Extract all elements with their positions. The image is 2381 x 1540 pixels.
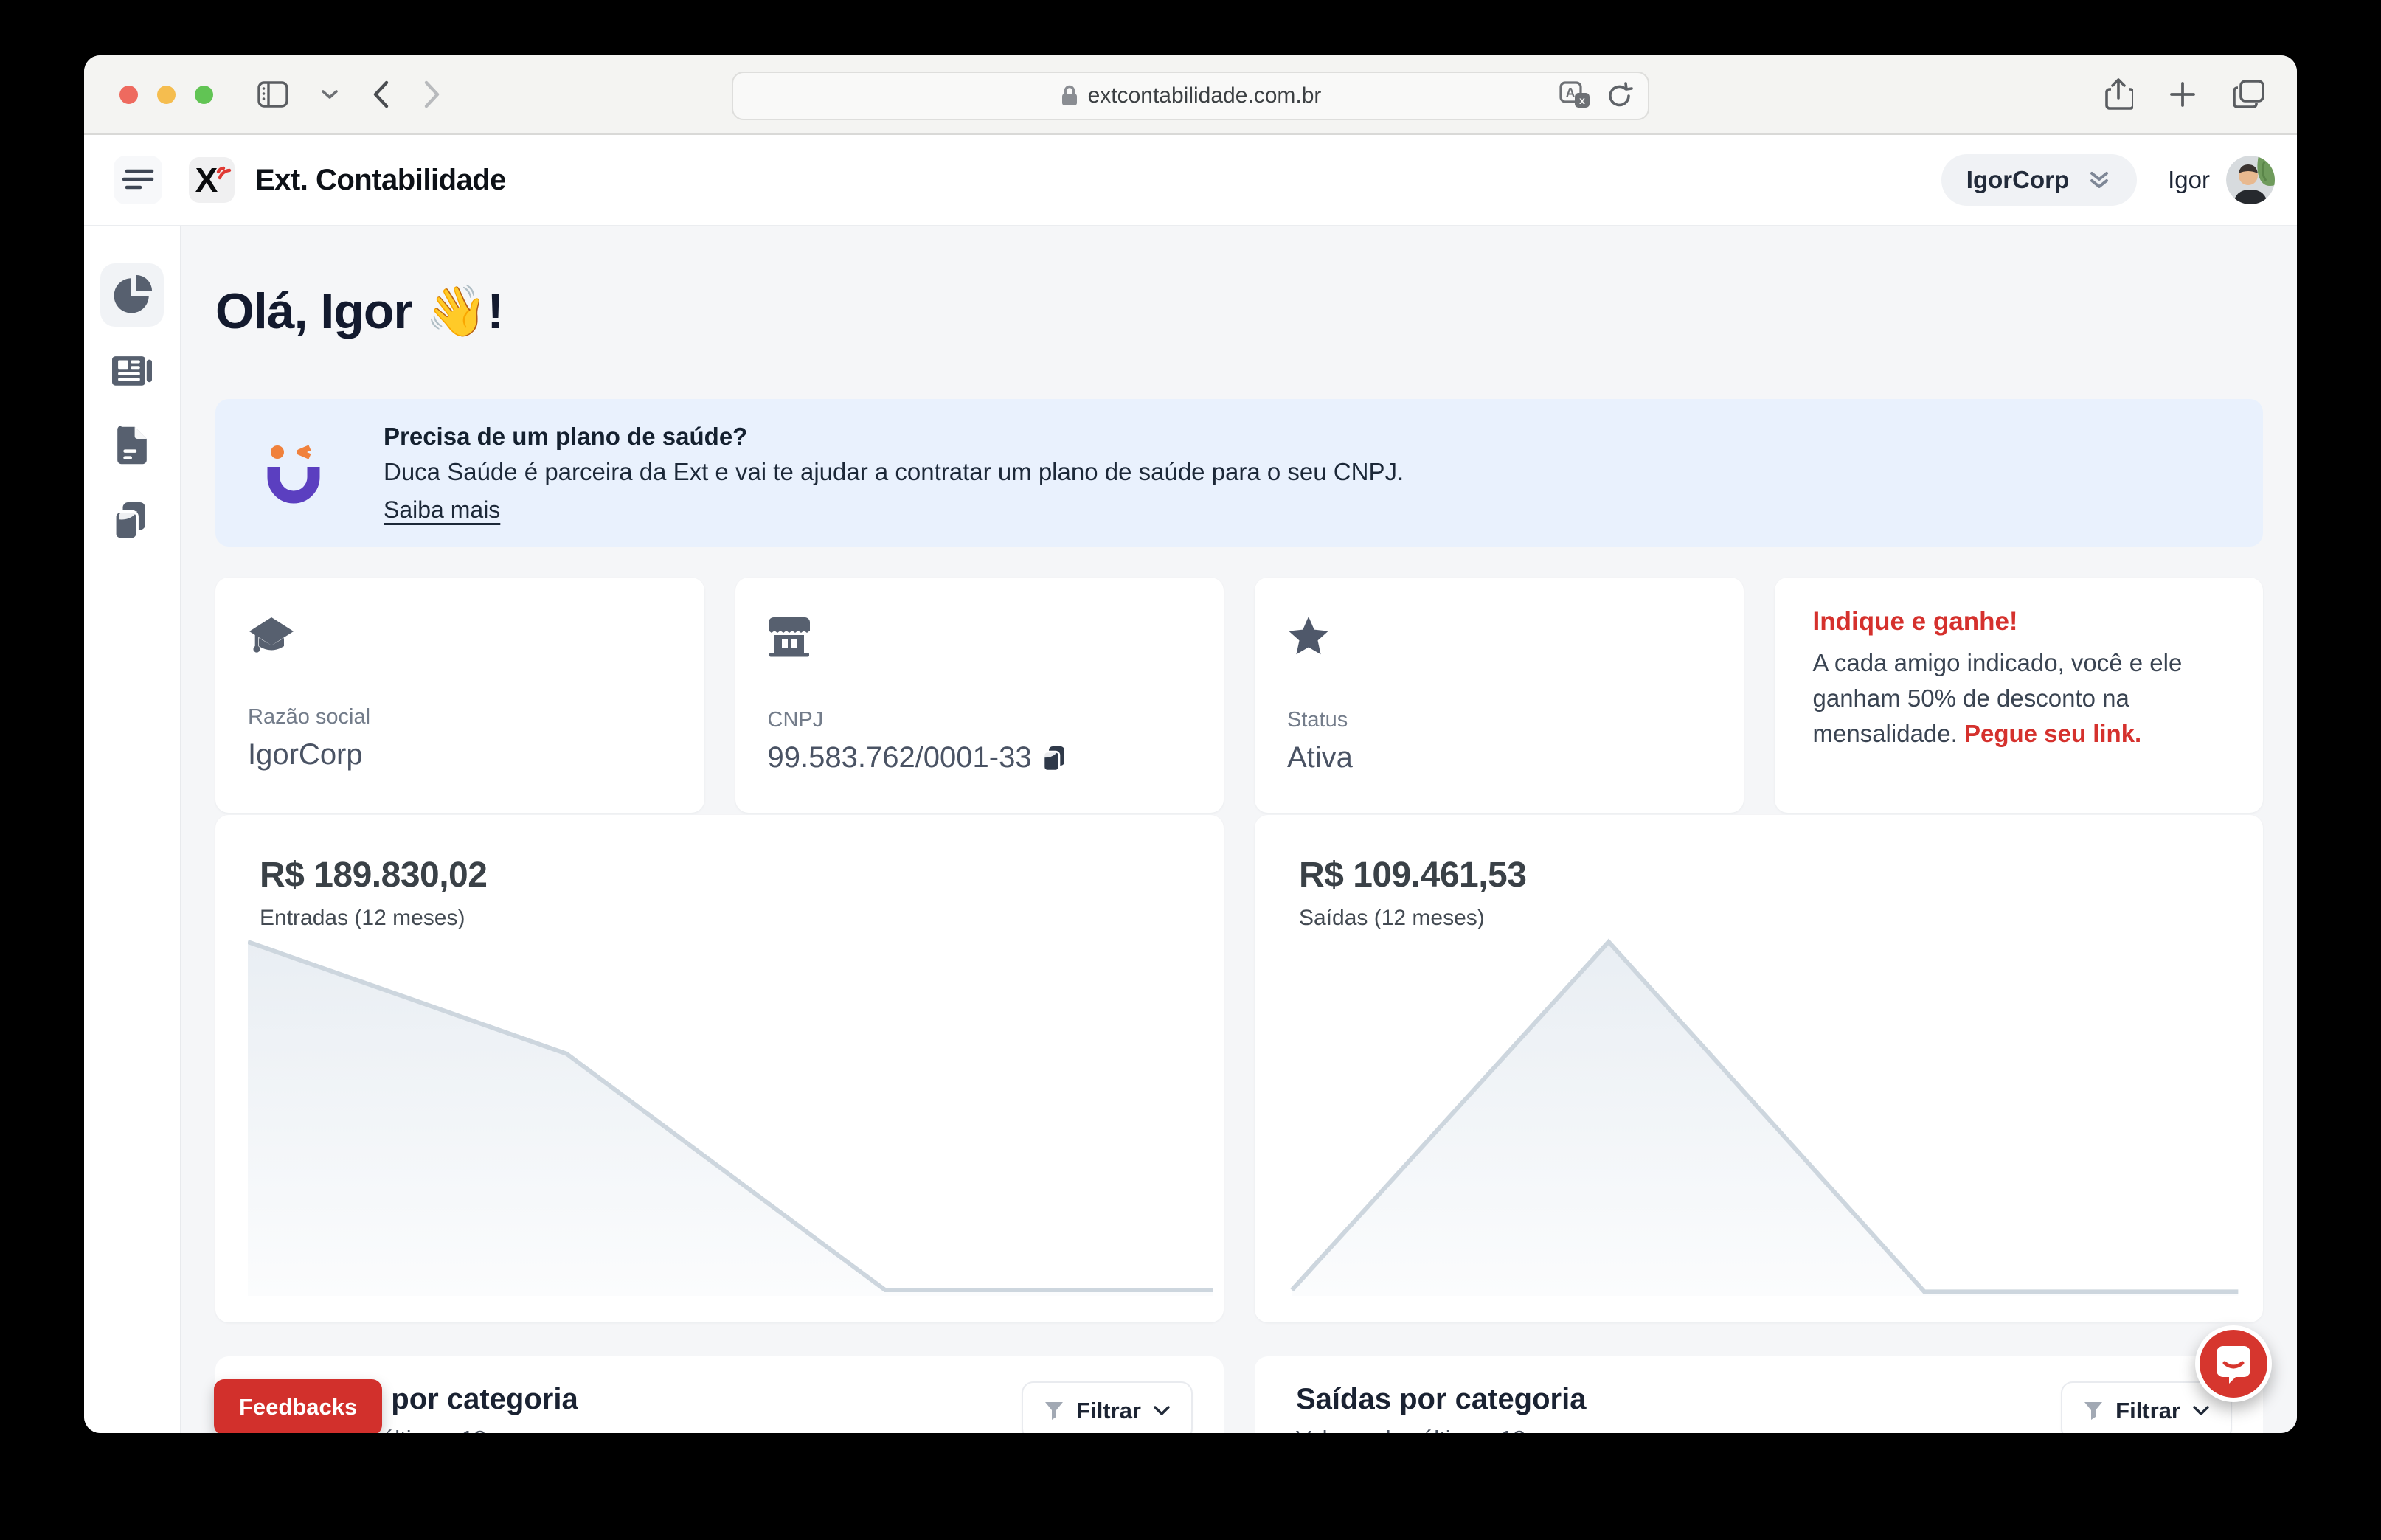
feedbacks-button[interactable]: Feedbacks xyxy=(214,1379,382,1433)
user-name: Igor xyxy=(2168,166,2210,194)
reload-icon[interactable] xyxy=(1607,82,1633,110)
tabs-overview-icon[interactable] xyxy=(2232,79,2266,110)
chevron-down-icon xyxy=(2192,1405,2210,1417)
duca-saude-logo-icon xyxy=(255,436,338,510)
referral-title: Indique e ganhe! xyxy=(1813,607,2225,637)
saidas-label: Saídas (12 meses) xyxy=(1299,906,2263,931)
banner-title: Precisa de um plano de saúde? xyxy=(384,423,1404,451)
browser-toolbar: extcontabilidade.com.br Ax xyxy=(84,55,2297,135)
forward-icon[interactable] xyxy=(423,80,442,109)
back-icon[interactable] xyxy=(371,80,390,109)
filter-button[interactable]: Filtrar xyxy=(1022,1381,1193,1433)
newspaper-icon xyxy=(112,353,152,388)
referral-body: A cada amigo indicado, você e ele ganham… xyxy=(1813,645,2225,752)
hamburger-icon xyxy=(121,167,155,192)
avatar[interactable] xyxy=(2226,156,2275,204)
new-tab-plus-icon[interactable] xyxy=(2169,80,2197,108)
company-name-card: Razão social IgorCorp xyxy=(215,578,704,813)
sidebar-toggle-icon[interactable] xyxy=(257,81,288,108)
cnpj-value: 99.583.762/0001-33 xyxy=(768,741,1032,774)
entradas-area-chart xyxy=(248,934,1213,1297)
main-content: Olá, Igor 👋! Precisa de um plano de saúd… xyxy=(181,226,2297,1433)
copy-icon[interactable] xyxy=(1042,745,1066,771)
svg-text:X: X xyxy=(195,161,218,199)
cnpj-card: CNPJ 99.583.762/0001-33 xyxy=(735,578,1224,813)
window-controls xyxy=(119,86,213,104)
app-logo: X xyxy=(189,157,235,203)
pie-chart-icon xyxy=(111,274,153,316)
health-plan-banner: Precisa de um plano de saúde? Duca Saúde… xyxy=(215,399,2263,547)
copies-icon xyxy=(114,501,150,541)
sidebar-item-copies[interactable] xyxy=(100,489,164,552)
document-icon xyxy=(116,426,148,465)
chat-bubble-icon xyxy=(2214,1343,2253,1384)
sidebar-item-documents[interactable] xyxy=(100,414,164,477)
minimize-window-button[interactable] xyxy=(157,86,176,104)
share-icon[interactable] xyxy=(2104,77,2133,111)
menu-button[interactable] xyxy=(114,156,162,204)
sidebar xyxy=(84,226,181,1433)
close-window-button[interactable] xyxy=(119,86,138,104)
svg-text:x: x xyxy=(1579,94,1585,106)
chevron-down-icon xyxy=(1153,1405,1171,1417)
banner-body: Duca Saúde é parceira da Ext e vai te aj… xyxy=(384,458,1404,486)
app-title: Ext. Contabilidade xyxy=(255,164,506,197)
funnel-icon xyxy=(2083,1401,2104,1421)
chat-launcher-button[interactable] xyxy=(2195,1325,2272,1402)
company-selector[interactable]: IgorCorp xyxy=(1941,154,2137,206)
storefront-icon xyxy=(768,616,811,657)
entradas-chart-card: R$ 189.830,02 Entradas (12 meses) xyxy=(215,815,1224,1322)
status-value: Ativa xyxy=(1287,741,1711,774)
double-chevron-down-icon xyxy=(2087,167,2112,192)
star-icon xyxy=(1287,616,1330,657)
translate-icon[interactable]: Ax xyxy=(1559,81,1592,111)
toolbar-chevron-down-icon[interactable] xyxy=(321,89,339,100)
lock-icon xyxy=(1060,84,1079,108)
app-header: X Ext. Contabilidade IgorCorp Igor xyxy=(84,135,2297,226)
card-label: Status xyxy=(1287,708,1711,732)
graduation-cap-icon xyxy=(248,616,295,654)
referral-link[interactable]: Pegue seu link. xyxy=(1964,720,2141,747)
browser-window: extcontabilidade.com.br Ax xyxy=(84,55,2297,1433)
saidas-area-chart xyxy=(1287,934,2253,1297)
url-bar[interactable]: extcontabilidade.com.br Ax xyxy=(732,72,1649,120)
ext-logo-icon: X xyxy=(192,160,232,200)
entradas-label: Entradas (12 meses) xyxy=(260,906,1224,931)
company-selector-label: IgorCorp xyxy=(1966,166,2069,194)
sidebar-item-dashboard[interactable] xyxy=(100,263,164,327)
saidas-categoria-card: Saídas por categoria Valores dos últimos… xyxy=(1255,1356,2263,1433)
svg-text:A: A xyxy=(1566,86,1576,100)
entradas-total: R$ 189.830,02 xyxy=(260,855,1224,895)
saidas-total: R$ 109.461,53 xyxy=(1299,855,2263,895)
sidebar-item-news[interactable] xyxy=(100,339,164,402)
url-text: extcontabilidade.com.br xyxy=(1088,83,1322,108)
zoom-window-button[interactable] xyxy=(195,86,213,104)
card-label: Razão social xyxy=(248,705,672,729)
funnel-icon xyxy=(1044,1401,1064,1421)
company-name-value: IgorCorp xyxy=(248,738,672,771)
saidas-chart-card: R$ 109.461,53 Saídas (12 meses) xyxy=(1255,815,2263,1322)
page-greeting: Olá, Igor 👋! xyxy=(215,282,2263,340)
card-label: CNPJ xyxy=(768,708,1192,732)
referral-card: Indique e ganhe! A cada amigo indicado, … xyxy=(1775,578,2264,813)
status-card: Status Ativa xyxy=(1255,578,1744,813)
banner-link[interactable]: Saiba mais xyxy=(384,496,500,524)
